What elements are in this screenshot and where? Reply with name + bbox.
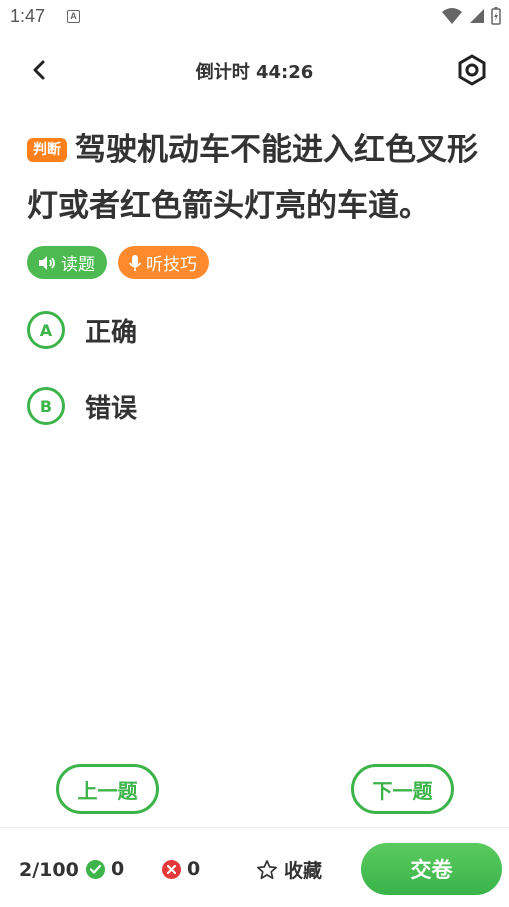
option-b[interactable]: B 错误: [27, 387, 137, 425]
favorite-button[interactable]: 收藏: [256, 856, 322, 883]
tool-row: 读题 听技巧: [27, 246, 209, 279]
option-b-text: 错误: [85, 393, 138, 424]
cross-icon: [162, 859, 181, 879]
submit-exam-button[interactable]: 交卷: [361, 843, 502, 895]
bottom-bar: 2/100 0 0 收藏 交卷: [0, 827, 509, 907]
read-question-label: 读题: [61, 255, 95, 275]
correct-count: 0: [111, 858, 125, 880]
countdown-timer: 倒计时 44:26: [195, 62, 314, 83]
previous-question-button[interactable]: 上一题: [56, 764, 159, 814]
question-type-badge: 判断: [27, 138, 67, 162]
star-icon: [257, 859, 277, 879]
question-text: 驾驶机动车不能进入红色叉形灯或者红色箭头灯亮的车道。: [27, 132, 478, 224]
microphone-icon: [128, 254, 142, 271]
next-question-button[interactable]: 下一题: [351, 764, 454, 814]
option-b-letter: B: [27, 387, 65, 425]
notification-icon: A: [67, 10, 80, 23]
status-icons: [441, 7, 501, 25]
read-question-button[interactable]: 读题: [27, 246, 107, 279]
header: 倒计时 44:26: [0, 45, 509, 95]
check-icon: [86, 859, 105, 879]
status-time: 1:47: [10, 6, 46, 26]
progress-counter[interactable]: 2/100: [19, 859, 79, 881]
signal-icon: [470, 9, 484, 23]
option-a-text: 正确: [85, 317, 138, 348]
settings-button[interactable]: [455, 53, 489, 87]
favorite-label: 收藏: [284, 860, 323, 882]
listen-tips-button[interactable]: 听技巧: [118, 246, 209, 279]
option-a-letter: A: [27, 311, 65, 349]
option-a[interactable]: A 正确: [27, 311, 137, 349]
settings-icon: [458, 54, 486, 86]
question: 判断 驾驶机动车不能进入红色叉形灯或者红色箭头灯亮的车道。: [27, 122, 487, 234]
listen-tips-label: 听技巧: [146, 255, 197, 275]
speaker-icon: [39, 255, 55, 270]
wifi-icon: [442, 8, 462, 24]
wrong-stat: 0: [162, 858, 200, 880]
battery-icon: [491, 7, 501, 25]
correct-stat: 0: [86, 858, 124, 880]
wrong-count: 0: [187, 858, 201, 880]
status-bar: 1:47 A: [0, 0, 509, 34]
